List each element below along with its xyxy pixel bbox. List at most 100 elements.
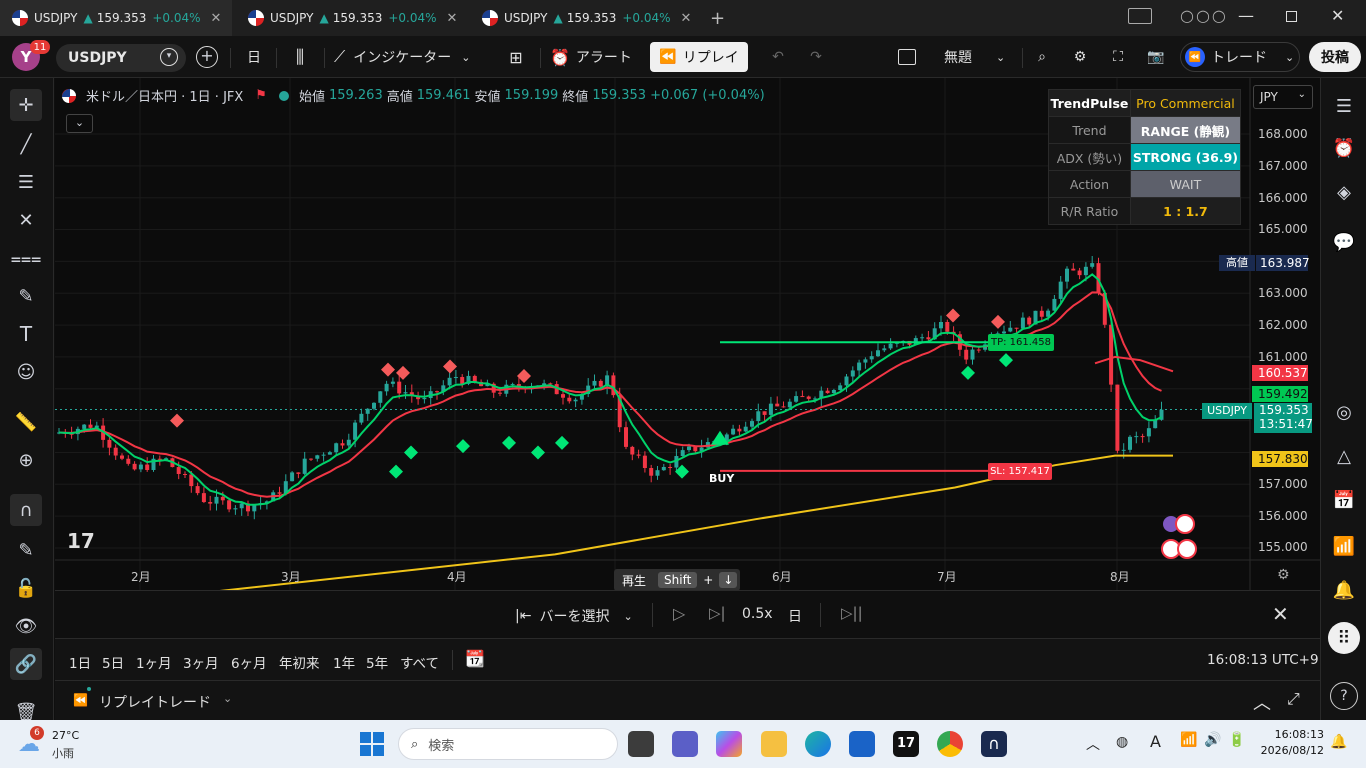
- flag-marker-icon[interactable]: ⚑: [255, 88, 267, 103]
- close-window-icon[interactable]: ✕: [1331, 6, 1344, 25]
- ime-icon[interactable]: A: [1150, 732, 1161, 751]
- more-dots-icon[interactable]: ○○○: [1180, 6, 1228, 25]
- candles-icon[interactable]: ⫼: [286, 42, 314, 72]
- undo-icon[interactable]: ↶: [766, 42, 790, 72]
- publish-button[interactable]: 投稿: [1309, 42, 1361, 72]
- taskbar-date[interactable]: 2026/08/12: [1250, 744, 1324, 757]
- notification-bell-icon[interactable]: 🔔: [1330, 734, 1347, 750]
- new-tab-icon[interactable]: +: [710, 8, 725, 29]
- currency-select[interactable]: JPY ⌄: [1253, 85, 1313, 109]
- gear-icon[interactable]: ⚙: [1068, 42, 1092, 72]
- eye-icon[interactable]: 👁: [10, 610, 42, 642]
- fullscreen-icon[interactable]: ⛶: [1106, 42, 1130, 72]
- desktop-icon[interactable]: [1128, 8, 1152, 24]
- volume-icon[interactable]: 🔊: [1204, 732, 1221, 748]
- play-icon[interactable]: ▷: [673, 604, 685, 623]
- ideas-icon[interactable]: △: [1330, 442, 1358, 470]
- tab-usdjpy-3[interactable]: USDJPY ▲ 159.353 +0.04% ✕: [470, 0, 702, 36]
- taskbar-search[interactable]: ⌕ 検索: [398, 728, 618, 760]
- layout-icon[interactable]: [898, 49, 916, 65]
- maximize-icon[interactable]: ⤢: [1287, 689, 1300, 709]
- interval-button[interactable]: 日: [240, 42, 268, 72]
- store-icon[interactable]: [849, 731, 875, 757]
- range-1m[interactable]: 1ヶ月: [136, 652, 172, 672]
- target-icon[interactable]: ◎: [1330, 398, 1358, 426]
- tab-usdjpy-1[interactable]: USDJPY ▲ 159.353 +0.04% ✕: [0, 0, 232, 36]
- replay-trading-tab[interactable]: リプレイトレード: [99, 692, 211, 712]
- watchlist-icon[interactable]: ☰: [1330, 92, 1358, 120]
- camera-icon[interactable]: 📷: [1144, 42, 1168, 72]
- alerts-clock-icon[interactable]: ⏰: [1330, 134, 1358, 162]
- jump-to-realtime-icon[interactable]: ▷||: [841, 604, 863, 622]
- teams-icon[interactable]: [672, 731, 698, 757]
- close-icon[interactable]: ✕: [447, 11, 458, 26]
- task-view-icon[interactable]: [628, 731, 654, 757]
- speed-button[interactable]: 0.5x: [742, 606, 773, 622]
- file-explorer-icon[interactable]: [761, 731, 787, 757]
- bell-icon[interactable]: 🔔: [1330, 576, 1358, 604]
- indicators-button[interactable]: ⟋ インジケーター ⌄: [334, 42, 494, 72]
- ruler-icon[interactable]: 📏: [10, 406, 42, 438]
- range-5d[interactable]: 5日: [102, 652, 124, 672]
- redo-icon[interactable]: ↷: [804, 42, 828, 72]
- emoji-icon[interactable]: ☺: [10, 356, 42, 388]
- chrome-icon[interactable]: [937, 731, 963, 757]
- replay-button[interactable]: ⏪ リプレイ: [650, 42, 748, 72]
- magnet-icon[interactable]: ∩: [10, 494, 42, 526]
- replay-interval-button[interactable]: 日: [788, 606, 802, 626]
- select-bar-button[interactable]: |⇤ バーを選択 ⌄: [515, 606, 633, 626]
- copilot-icon[interactable]: [716, 731, 742, 757]
- brush-icon[interactable]: ✎: [10, 280, 42, 312]
- chevron-up-icon[interactable]: ︿: [1253, 689, 1271, 715]
- close-icon[interactable]: ✕: [681, 11, 692, 26]
- close-replay-icon[interactable]: ✕: [1272, 602, 1289, 626]
- network-status-icon[interactable]: ◍: [1116, 734, 1128, 750]
- fib-retracement-icon[interactable]: ☰: [10, 166, 42, 198]
- edge-icon[interactable]: [805, 731, 831, 757]
- chevron-down-icon[interactable]: ⌄: [223, 692, 232, 705]
- axis-settings-icon[interactable]: ⚙: [1277, 567, 1290, 583]
- range-1d[interactable]: 1日: [69, 652, 91, 672]
- goto-date-icon[interactable]: 📆: [465, 649, 485, 668]
- layouts-grid-icon[interactable]: ⊞: [504, 42, 528, 72]
- app-n-icon[interactable]: ∩: [981, 731, 1007, 757]
- range-1y[interactable]: 1年: [333, 652, 355, 672]
- forecast-icon[interactable]: ⩶: [10, 242, 42, 274]
- link-icon[interactable]: 🔗: [10, 648, 42, 680]
- battery-icon[interactable]: 🔋: [1228, 732, 1245, 748]
- windows-start-icon[interactable]: [360, 732, 384, 756]
- draw-lock-icon[interactable]: ✎: [10, 534, 42, 566]
- close-icon[interactable]: ✕: [211, 11, 222, 26]
- range-all[interactable]: すべて: [400, 652, 439, 672]
- restore-icon[interactable]: [1286, 11, 1297, 22]
- calendar-icon[interactable]: 📅: [1330, 486, 1358, 514]
- chevron-up-icon[interactable]: ︿: [1086, 734, 1100, 754]
- pattern-icon[interactable]: ✕: [10, 204, 42, 236]
- range-3m[interactable]: 3ヶ月: [183, 652, 219, 672]
- layout-name-button[interactable]: 無題 ⌄: [934, 42, 1014, 72]
- help-icon[interactable]: ?: [1330, 682, 1358, 710]
- taskbar-time[interactable]: 16:08:13: [1266, 728, 1324, 741]
- trendline-icon[interactable]: ╱: [10, 128, 42, 160]
- minimize-icon[interactable]: —: [1238, 6, 1254, 25]
- step-forward-icon[interactable]: ▷|: [709, 604, 726, 622]
- range-5y[interactable]: 5年: [366, 652, 388, 672]
- broadcast-icon[interactable]: 📶: [1330, 532, 1358, 560]
- collapse-legend-icon[interactable]: ⌄: [66, 114, 93, 133]
- apps-grid-icon[interactable]: ⠿: [1328, 622, 1360, 654]
- legend-title[interactable]: 米ドル／日本円 · 1日 · JFX: [86, 86, 243, 105]
- crosshair-icon[interactable]: ✛: [10, 89, 42, 121]
- lock-icon[interactable]: 🔓: [10, 572, 42, 604]
- layers-icon[interactable]: ◈: [1330, 178, 1358, 206]
- tab-usdjpy-2[interactable]: USDJPY ▲ 159.353 +0.04% ✕: [236, 0, 468, 36]
- compare-icon[interactable]: ▾: [160, 48, 178, 66]
- range-6m[interactable]: 6ヶ月: [231, 652, 267, 672]
- quick-search-icon[interactable]: ⌕: [1030, 42, 1054, 72]
- add-symbol-icon[interactable]: +: [196, 46, 218, 68]
- trade-button[interactable]: ⏪ トレード ⌄: [1180, 42, 1300, 72]
- text-icon[interactable]: T: [10, 318, 42, 350]
- wifi-icon[interactable]: 📶: [1180, 732, 1197, 748]
- clock-timezone[interactable]: 16:08:13 UTC+9: [1207, 652, 1319, 668]
- tradingview-app-icon[interactable]: 17: [893, 731, 919, 757]
- chat-icon[interactable]: 💬: [1330, 228, 1358, 256]
